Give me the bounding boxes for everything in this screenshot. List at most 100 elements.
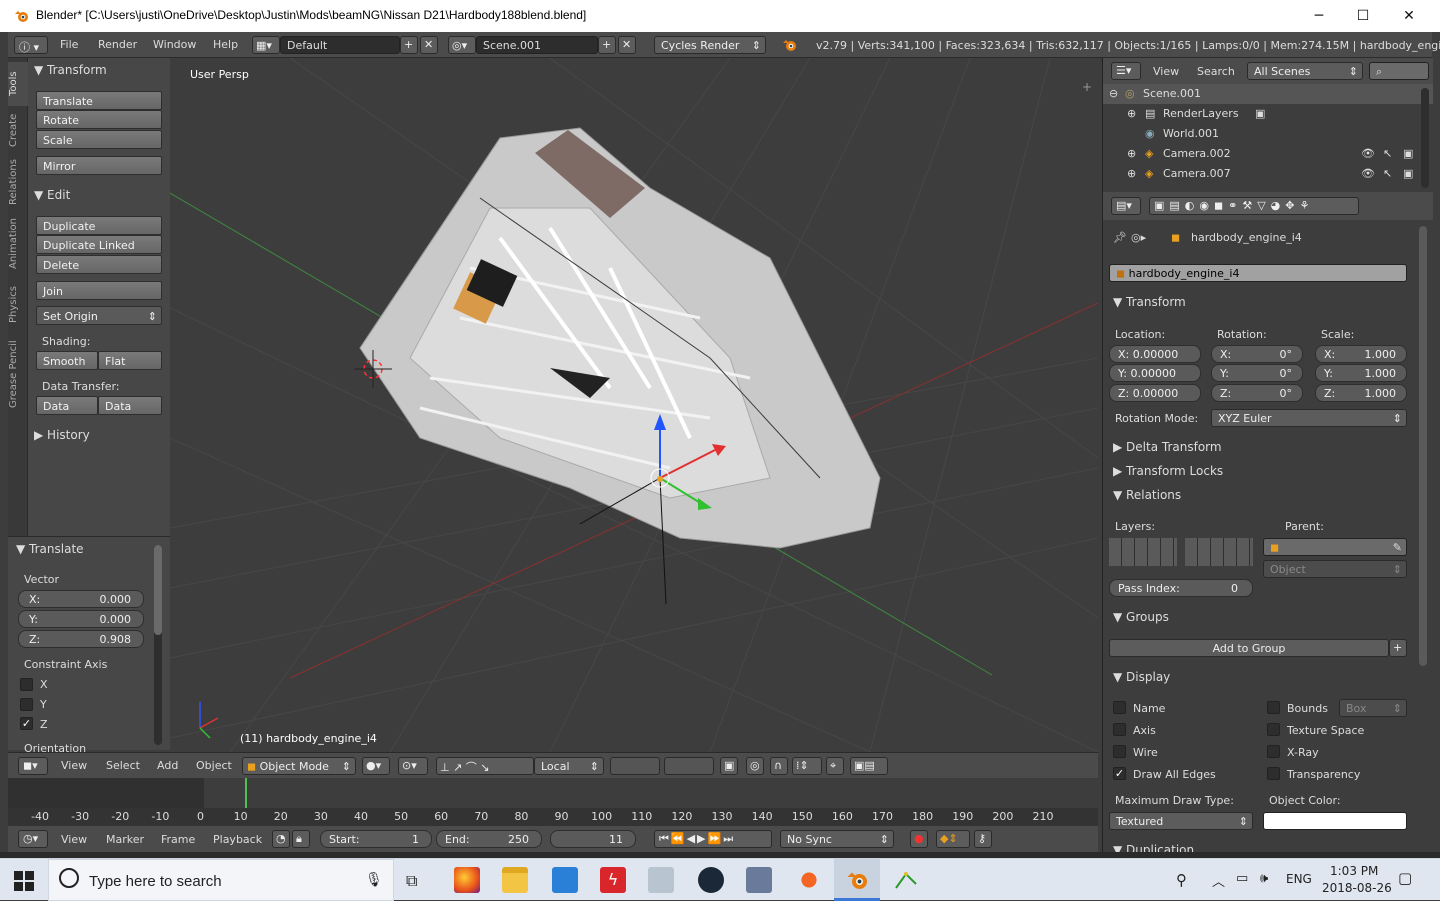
location-z-field[interactable]: Z: 0.00000 — [1109, 384, 1201, 402]
auto-keying-button[interactable]: ● — [910, 830, 928, 848]
microphone-icon[interactable]: 🎙︎ — [365, 872, 383, 888]
network-icon[interactable]: ▭ — [1236, 871, 1248, 886]
show-axis-checkbox[interactable] — [1113, 723, 1126, 736]
visibility-eye-icon[interactable]: 👁︎ — [1361, 147, 1375, 160]
lock-camera-button[interactable]: ▣ — [720, 757, 738, 775]
groups-panel-header[interactable]: ▼ Groups — [1111, 607, 1417, 629]
rotation-z-field[interactable]: Z: 0° — [1211, 384, 1303, 402]
location-y-field[interactable]: Y: 0.00000 — [1109, 364, 1201, 382]
menu-select[interactable]: Select — [106, 759, 140, 772]
control-panel-icon[interactable] — [552, 867, 578, 893]
tab-relations[interactable]: Relations — [8, 154, 28, 210]
scale-button[interactable]: Scale — [36, 130, 162, 149]
vector-y-field[interactable]: Y: 0.000 — [18, 610, 144, 628]
delete-scene-button[interactable]: ✕ — [618, 36, 636, 54]
transform-locks-panel-header[interactable]: ▶ Transform Locks — [1111, 461, 1417, 483]
add-to-group-button[interactable]: Add to Group — [1109, 639, 1389, 657]
menu-file[interactable]: File — [60, 38, 78, 51]
render-engine-select[interactable]: Cycles Render ⇕ — [654, 36, 766, 54]
eyedropper-icon[interactable]: ✎ — [1393, 541, 1402, 554]
editor-type-timeline-button[interactable]: ◷▾ — [18, 830, 48, 848]
layer-buttons-2[interactable] — [664, 757, 714, 775]
scene-name-field[interactable]: Scene.001 — [476, 36, 598, 54]
set-origin-dropdown[interactable]: Set Origin ⇕ — [36, 306, 162, 325]
scale-x-field[interactable]: X: 1.000 — [1315, 345, 1407, 363]
translate-button[interactable]: Translate — [36, 91, 162, 110]
clock-date[interactable]: 2018-08-26 — [1322, 881, 1392, 895]
join-button[interactable]: Join — [36, 281, 162, 300]
duplicate-linked-button[interactable]: Duplicate Linked — [36, 235, 162, 254]
keying-set-select[interactable]: ◆⇕ — [936, 830, 970, 848]
snap-toggle-button[interactable]: ∩ — [770, 757, 788, 775]
delta-transform-panel-header[interactable]: ▶ Delta Transform — [1111, 437, 1417, 459]
layer-buttons-1[interactable] — [610, 757, 660, 775]
menu-view[interactable]: View — [61, 759, 87, 772]
proportional-edit-button[interactable]: ◎ — [746, 757, 764, 775]
tab-physics[interactable]: Physics — [8, 280, 28, 330]
display-panel-header[interactable]: ▼ Display — [1111, 667, 1417, 689]
scale-z-field[interactable]: Z: 1.000 — [1315, 384, 1407, 402]
menu-window[interactable]: Window — [153, 38, 196, 51]
smooth-button[interactable]: Smooth — [36, 351, 98, 370]
show-transparent-checkbox[interactable] — [1267, 767, 1280, 780]
show-hidden-icons-chevron[interactable]: ︿ — [1212, 871, 1225, 890]
tab-create[interactable]: Create — [8, 106, 28, 154]
manipulator-widget-group[interactable]: ⊥ ↗ ⌒ ↘ — [436, 757, 534, 775]
pivot-point-select[interactable]: ⊙▾ — [398, 757, 428, 775]
editor-type-info-button[interactable]: ⓘ ▾ — [14, 36, 48, 54]
outliner-search-field[interactable]: ⌕ — [1369, 62, 1429, 80]
viewport-shading-select[interactable]: ●▾ — [362, 757, 390, 775]
scale-y-field[interactable]: Y: 1.000 — [1315, 364, 1407, 382]
minimize-button[interactable]: ─ — [1296, 0, 1342, 32]
draw-all-edges-checkbox[interactable]: ✓ — [1113, 767, 1126, 780]
constraint-y-checkbox[interactable] — [20, 698, 33, 711]
display-mode-select[interactable]: All Scenes ⇕ — [1247, 62, 1363, 80]
input-language[interactable]: ENG — [1286, 872, 1312, 886]
menu-add[interactable]: Add — [157, 759, 178, 772]
delete-button[interactable]: Delete — [36, 255, 162, 274]
parent-type-select[interactable]: Object ⇕ — [1263, 560, 1407, 578]
taskbar-graph-app[interactable] — [882, 859, 928, 901]
renderable-camera-icon[interactable]: ▣ — [1403, 167, 1413, 180]
rotation-x-field[interactable]: X: 0° — [1211, 345, 1303, 363]
transform-orientation-select[interactable]: Local ⇕ — [534, 757, 604, 775]
vector-z-field[interactable]: Z: 0.908 — [18, 630, 144, 648]
constraint-x-checkbox[interactable] — [20, 678, 33, 691]
max-draw-type-select[interactable]: Textured ⇕ — [1109, 812, 1253, 830]
editor-type-3dview-button[interactable]: ◼▾ — [18, 757, 48, 775]
windows-start-icon[interactable] — [14, 871, 34, 891]
layout-name-field[interactable]: Default — [280, 36, 400, 54]
steam-icon[interactable] — [698, 867, 724, 893]
playback-controls[interactable]: ⏮⏪◀▶⏩⏭ — [654, 830, 772, 848]
current-frame-indicator[interactable] — [244, 778, 247, 808]
rotate-button[interactable]: Rotate — [36, 110, 162, 129]
editor-type-properties-button[interactable]: ▤▾ — [1111, 197, 1141, 215]
tab-animation[interactable]: Animation — [8, 213, 28, 275]
action-center-icon[interactable]: ▢ — [1398, 869, 1412, 887]
data-transfer-button[interactable]: Data — [36, 396, 98, 415]
tab-grease-pencil[interactable]: Grease Pencil — [8, 336, 28, 412]
editor-type-outliner-button[interactable]: ☰▾ — [1111, 62, 1141, 80]
menu-view[interactable]: View — [1153, 65, 1179, 78]
origin-app-icon[interactable] — [796, 867, 822, 893]
timeline-area[interactable]: -40 -30 -20 -10 0 10 20 30 40 50 60 70 80 90 100 110 120… — [8, 778, 1098, 826]
scene-browse-button[interactable]: ◎▾ — [448, 36, 476, 54]
flash-app-icon[interactable]: ϟ — [600, 867, 626, 893]
show-xray-checkbox[interactable] — [1267, 745, 1280, 758]
snap-target-button[interactable]: ⌖ — [826, 757, 844, 775]
people-icon[interactable]: ⚲ — [1176, 871, 1187, 889]
vector-x-field[interactable]: X: 0.000 — [18, 590, 144, 608]
object-name-field[interactable]: ◼ hardbody_engine_i4 — [1109, 264, 1407, 282]
parent-field[interactable]: ◼ ✎ — [1263, 538, 1407, 556]
show-texture-space-checkbox[interactable] — [1267, 723, 1280, 736]
relations-panel-header[interactable]: ▼ Relations — [1111, 485, 1417, 507]
preview-range-button[interactable]: ◔ — [272, 830, 290, 848]
properties-context-tabs[interactable]: ▣▤◐◉◼⚭⚒▽◕✥⚘ — [1149, 197, 1359, 215]
object-layers-grid-2[interactable] — [1185, 538, 1253, 566]
outliner-row-camera007[interactable]: ⊕ ◈ Camera.007 👁︎ ↖ ▣ — [1103, 164, 1433, 184]
outliner-scrollbar[interactable] — [1421, 88, 1429, 188]
network-app-icon[interactable] — [648, 867, 674, 893]
show-wire-checkbox[interactable] — [1113, 745, 1126, 758]
constraint-z-checkbox[interactable]: ✓ — [20, 717, 33, 730]
outliner-row-scene[interactable]: ⊖ ◎ Scene.001 — [1103, 84, 1433, 104]
